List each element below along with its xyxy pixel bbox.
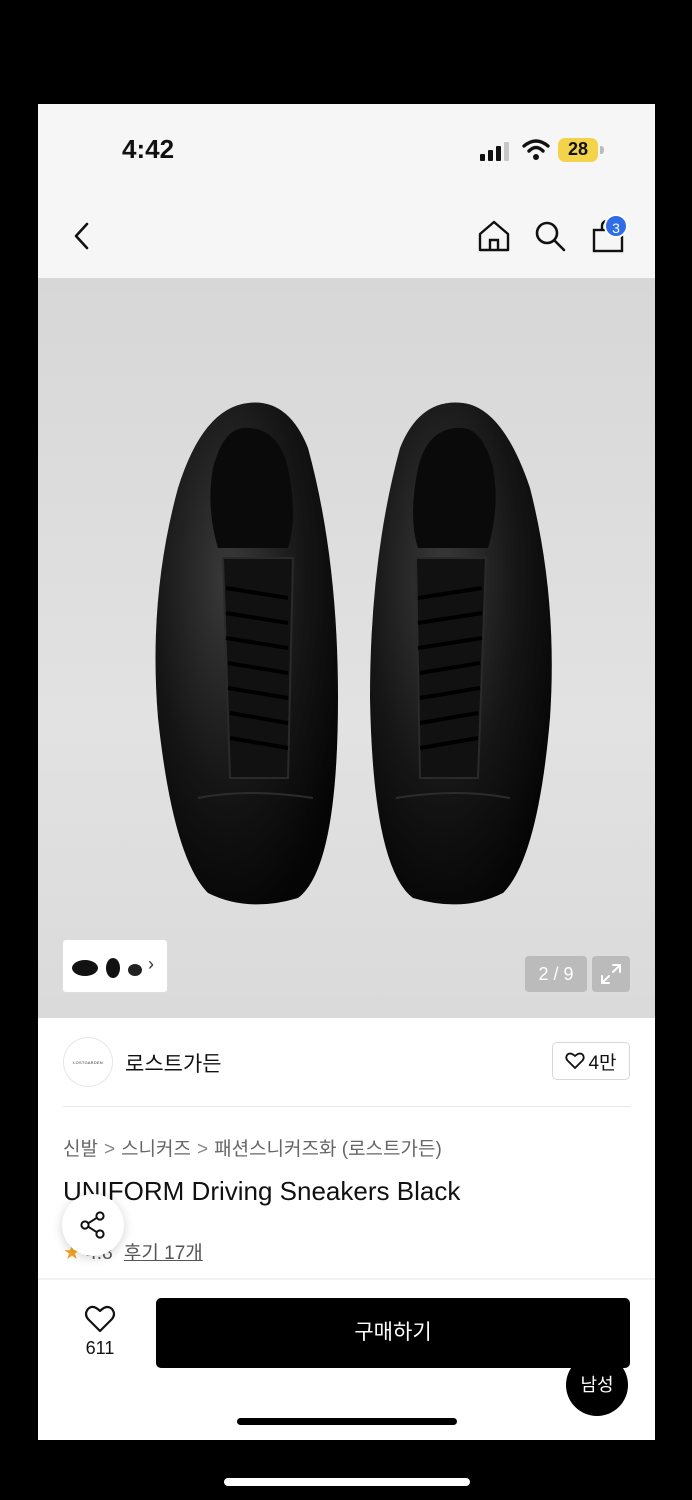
thumbnail-strip[interactable]: ›	[63, 940, 167, 992]
product-image	[155, 402, 552, 905]
like-button[interactable]: 611	[70, 1300, 130, 1362]
back-button[interactable]	[62, 214, 102, 258]
breadcrumb: 신발 > 스니커즈 > 패션스니커즈화 (로스트가든)	[63, 1134, 442, 1161]
gender-filter-button[interactable]: 남성	[566, 1354, 628, 1416]
top-nav	[38, 194, 655, 278]
breadcrumb-item[interactable]: 신발	[63, 1139, 98, 1160]
wifi-icon	[522, 139, 550, 160]
chevron-right-icon: >	[197, 1139, 209, 1160]
expand-button[interactable]	[592, 956, 630, 992]
status-bar: 4:42 28	[38, 104, 655, 194]
home-button[interactable]	[474, 214, 514, 258]
search-icon	[535, 221, 566, 252]
brand-logo-text: LOSTGARDEN	[73, 1059, 103, 1065]
reviews-link[interactable]: 후기 17개	[124, 1243, 203, 1264]
chevron-right-icon: >	[103, 1139, 116, 1160]
chevron-right-icon: ›	[148, 954, 154, 974]
thumbnail-images	[72, 958, 142, 978]
image-counter: 2 / 9	[525, 956, 587, 992]
brand-favorite-button[interactable]: 4만	[552, 1042, 630, 1080]
heart-icon	[84, 1305, 116, 1333]
share-icon	[80, 1211, 105, 1239]
home-icon	[478, 220, 510, 252]
home-indicator	[237, 1418, 457, 1425]
search-button[interactable]	[530, 214, 570, 258]
brand-name[interactable]: 로스트가든	[125, 1048, 222, 1078]
brand-favorite-count: 4만	[588, 1052, 617, 1074]
cart-count-badge: 3	[604, 214, 628, 238]
breadcrumb-item[interactable]: 스니커즈	[121, 1139, 191, 1160]
brand-logo[interactable]: LOSTGARDEN	[63, 1037, 113, 1087]
outer-home-indicator	[224, 1478, 470, 1486]
like-count: 611	[85, 1338, 115, 1358]
phone-screen: 4:42 28 3 › 2 / 9 LOSTGARDEN 로스트가든 4만 신발…	[38, 104, 655, 1440]
signal-icon	[480, 142, 509, 161]
divider	[63, 1106, 631, 1107]
buy-button[interactable]: 구매하기	[156, 1298, 630, 1368]
product-image-gallery[interactable]: › 2 / 9	[38, 278, 655, 1018]
product-title: UNIFORM Driving Sneakers Black	[63, 1176, 461, 1206]
battery-level: 28	[567, 139, 589, 159]
section-divider	[38, 1278, 655, 1280]
status-time: 4:42	[122, 134, 175, 164]
breadcrumb-item[interactable]: 패션스니커즈화 (로스트가든)	[214, 1139, 442, 1160]
expand-icon	[601, 964, 621, 984]
chevron-left-icon	[74, 222, 89, 250]
share-button[interactable]	[62, 1194, 124, 1256]
battery-icon: 28	[558, 138, 604, 162]
heart-icon	[565, 1052, 586, 1069]
